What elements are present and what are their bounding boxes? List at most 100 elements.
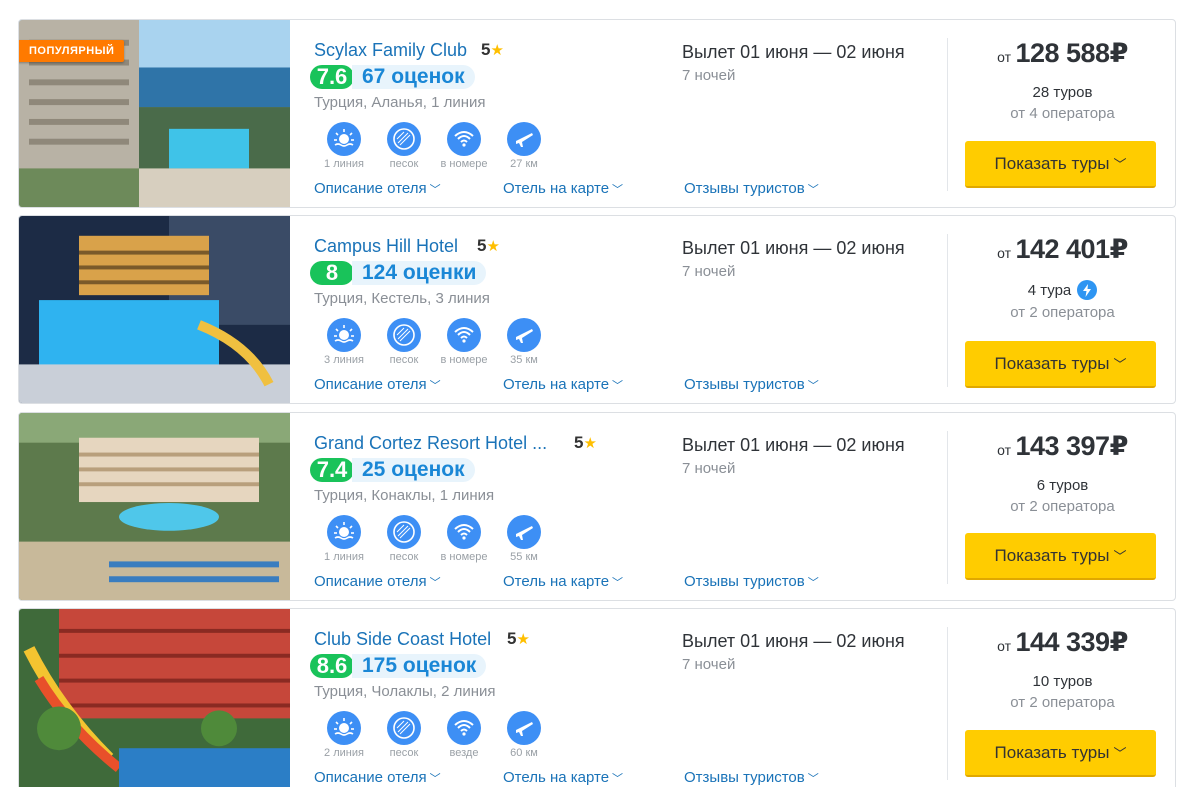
- amenity-label: 2 линия: [324, 747, 364, 759]
- price-block: от 142 401₽ 4 тура от 2 оператора Показа…: [948, 216, 1175, 403]
- price-value: 142 401₽: [1015, 234, 1128, 264]
- hotel-photo-image: [19, 413, 290, 600]
- wifi-icon: [447, 711, 481, 745]
- show-tours-button[interactable]: Показать туры ﹀: [965, 141, 1156, 188]
- flight-dates: Вылет 01 июня — 02 июня: [682, 42, 905, 62]
- hotel-reviews-link[interactable]: Отзывы туристов ﹀: [684, 573, 819, 590]
- hotel-name-link[interactable]: Grand Cortez Resort Hotel ...: [314, 433, 547, 454]
- price-from: от: [997, 49, 1012, 65]
- hotel-photo-image: [19, 216, 290, 403]
- amenity-wifi: в номере: [434, 515, 494, 563]
- hotel-photo[interactable]: [19, 413, 290, 600]
- amenity-sand: песок: [374, 122, 434, 170]
- plane-icon: [507, 515, 541, 549]
- price-line: от 128 588₽: [948, 38, 1175, 69]
- hotel-card: Club Side Coast Hotel 5★ 8.6 175 оценок …: [18, 608, 1176, 787]
- flight-info: Вылет 01 июня — 02 июня 7 ночей: [682, 42, 952, 84]
- sand-icon: [387, 515, 421, 549]
- hotel-description-link[interactable]: Описание отеля ﹀: [314, 769, 441, 786]
- hotel-name-link[interactable]: Campus Hill Hotel: [314, 236, 458, 257]
- hotel-description-link[interactable]: Описание отеля ﹀: [314, 180, 441, 197]
- amenity-sand: песок: [374, 515, 434, 563]
- amenity-label: 35 км: [510, 354, 538, 366]
- amenity-label: песок: [389, 747, 419, 759]
- link-label: Описание отеля: [314, 376, 427, 393]
- sun-wave-icon: [327, 318, 361, 352]
- link-label: Отзывы туристов: [684, 573, 805, 590]
- flight-nights: 7 ночей: [682, 656, 736, 673]
- price-from: от: [997, 245, 1012, 261]
- amenity-wifi: в номере: [434, 122, 494, 170]
- hotel-reviews-link[interactable]: Отзывы туристов ﹀: [684, 180, 819, 197]
- price-block: от 128 588₽ 28 туров от 4 оператора Пока…: [948, 20, 1175, 207]
- hotel-map-link[interactable]: Отель на карте ﹀: [503, 769, 623, 786]
- chevron-down-icon: ﹀: [429, 577, 441, 589]
- sand-icon: [387, 318, 421, 352]
- amenity-label: в номере: [440, 354, 488, 366]
- hotel-name-link[interactable]: Scylax Family Club: [314, 40, 467, 61]
- flight-info: Вылет 01 июня — 02 июня 7 ночей: [682, 435, 952, 477]
- hotel-description-link[interactable]: Описание отеля ﹀: [314, 376, 441, 393]
- sun-wave-icon: [327, 122, 361, 156]
- link-label: Отзывы туристов: [684, 769, 805, 786]
- chevron-down-icon: ﹀: [429, 184, 441, 196]
- hotel-location: Турция, Кестель, 3 линия: [314, 290, 490, 307]
- hotel-map-link[interactable]: Отель на карте ﹀: [503, 573, 623, 590]
- hotel-photo[interactable]: [19, 216, 290, 403]
- wifi-icon: [447, 515, 481, 549]
- hotel-info: Grand Cortez Resort Hotel ... 5★ 7.4 25 …: [310, 413, 674, 600]
- amenity-label: в номере: [440, 551, 488, 563]
- show-tours-button[interactable]: Показать туры ﹀: [965, 341, 1156, 388]
- flight-dates: Вылет 01 июня — 02 июня: [682, 435, 905, 455]
- flight-nights: 7 ночей: [682, 263, 736, 280]
- rating-block[interactable]: 8.6 175 оценок: [310, 653, 487, 679]
- amenity-label: везде: [449, 747, 479, 759]
- hotel-reviews-link[interactable]: Отзывы туристов ﹀: [684, 376, 819, 393]
- reviews-count: 124 оценки: [352, 261, 487, 285]
- amenity-label: песок: [389, 354, 419, 366]
- rating-score: 7.6: [310, 65, 354, 89]
- link-label: Отзывы туристов: [684, 376, 805, 393]
- chevron-down-icon: ﹀: [612, 773, 624, 785]
- rating-block[interactable]: 7.6 67 оценок: [310, 64, 475, 90]
- hotel-name-link[interactable]: Club Side Coast Hotel: [314, 629, 491, 650]
- amenity-beach-line: 3 линия: [314, 318, 374, 366]
- amenity-label: 1 линия: [324, 158, 364, 170]
- sand-icon: [387, 122, 421, 156]
- chevron-down-icon: ﹀: [612, 380, 624, 392]
- amenity-wifi: везде: [434, 711, 494, 759]
- price-block: от 143 397₽ 6 туров от 2 оператора Показ…: [948, 413, 1175, 600]
- price-value: 143 397₽: [1015, 431, 1128, 461]
- flight-dates: Вылет 01 июня — 02 июня: [682, 631, 905, 651]
- hotel-card: ПОПУЛЯРНЫЙ Scylax Family Club 5★ 7.6 67 …: [18, 19, 1176, 208]
- operators-count: от 4 оператора: [1010, 105, 1115, 122]
- lightning-icon[interactable]: [1077, 280, 1098, 300]
- hotel-photo[interactable]: ПОПУЛЯРНЫЙ: [19, 20, 290, 207]
- operators-count: от 2 оператора: [1010, 304, 1115, 321]
- amenity-airport: 27 км: [494, 122, 554, 170]
- hotel-map-link[interactable]: Отель на карте ﹀: [503, 180, 623, 197]
- link-label: Отель на карте: [503, 376, 610, 393]
- hotel-reviews-link[interactable]: Отзывы туристов ﹀: [684, 769, 819, 786]
- chevron-down-icon: ﹀: [1113, 746, 1127, 761]
- hotel-description-link[interactable]: Описание отеля ﹀: [314, 573, 441, 590]
- amenity-beach-line: 1 линия: [314, 515, 374, 563]
- flight-nights: 7 ночей: [682, 460, 736, 477]
- hotel-map-link[interactable]: Отель на карте ﹀: [503, 376, 623, 393]
- amenity-label: 55 км: [510, 551, 538, 563]
- hotel-photo[interactable]: [19, 609, 290, 787]
- link-label: Отзывы туристов: [684, 180, 805, 197]
- chevron-down-icon: ﹀: [612, 184, 624, 196]
- amenities-list: 3 линия песок в номере 35 км: [314, 318, 554, 366]
- amenity-airport: 60 км: [494, 711, 554, 759]
- link-label: Описание отеля: [314, 180, 427, 197]
- tours-label: 10 туров: [1032, 673, 1093, 690]
- show-tours-button[interactable]: Показать туры ﹀: [965, 533, 1156, 580]
- rating-score: 7.4: [310, 458, 354, 482]
- hotel-photo-image: [19, 609, 290, 787]
- rating-block[interactable]: 8 124 оценки: [310, 260, 487, 286]
- show-tours-button[interactable]: Показать туры ﹀: [965, 730, 1156, 777]
- button-label: Показать туры: [994, 153, 1110, 173]
- rating-block[interactable]: 7.4 25 оценок: [310, 457, 475, 483]
- hotel-stars: 5★: [574, 433, 597, 453]
